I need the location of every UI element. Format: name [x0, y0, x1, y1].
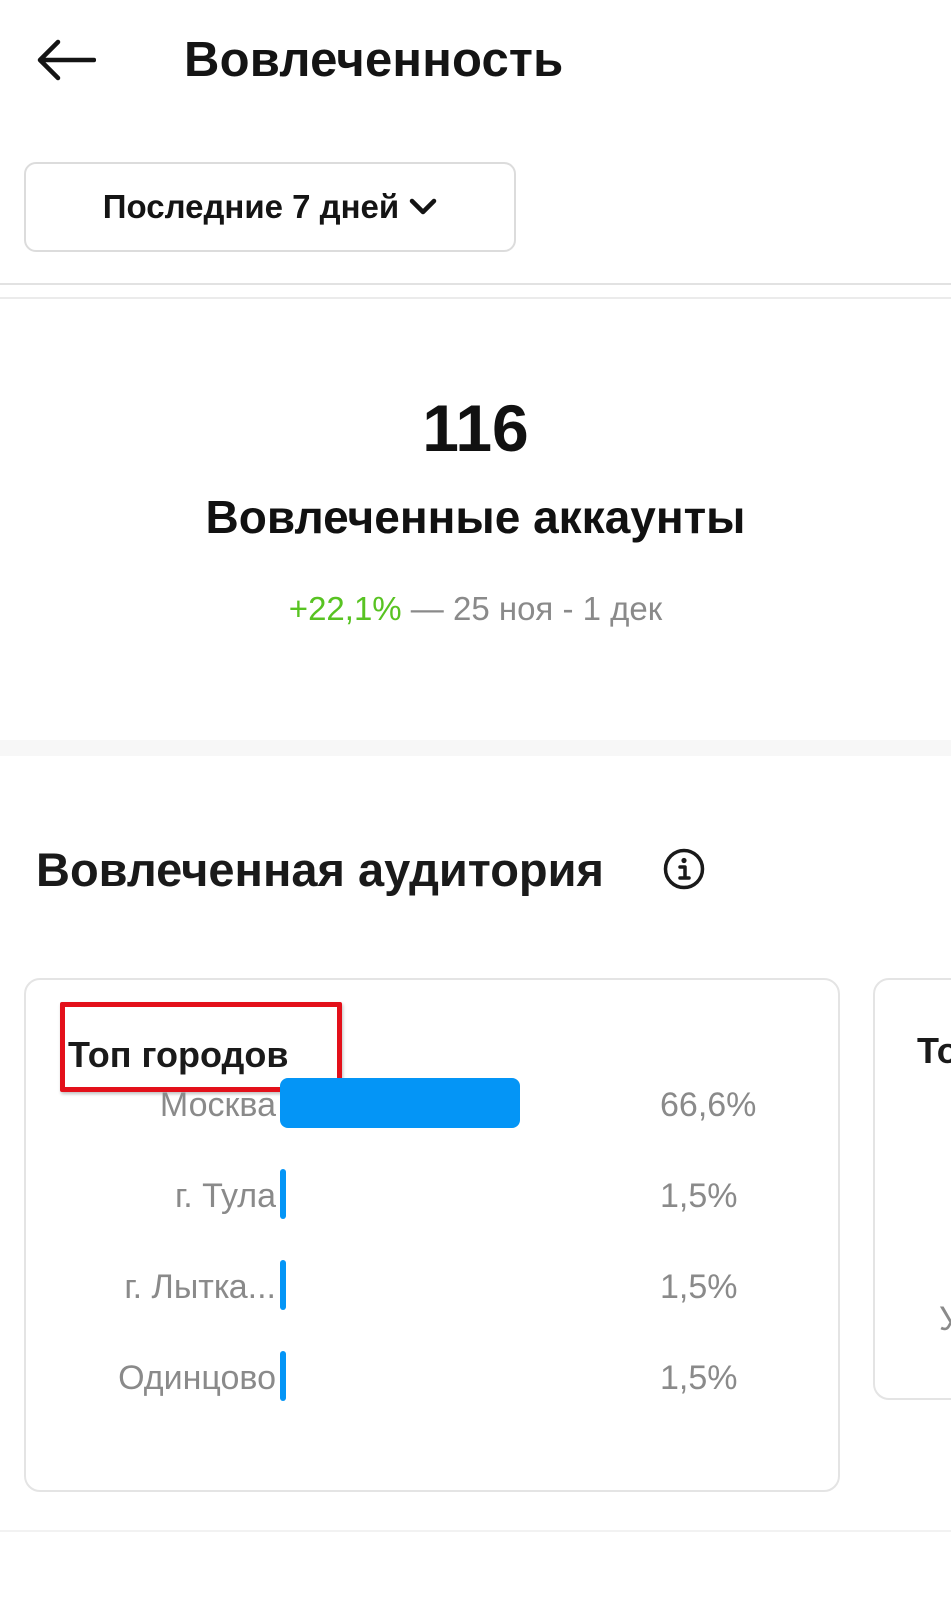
- city-bar: [280, 1078, 520, 1128]
- top-cities-card[interactable]: Топ городов Москва 66,6% г. Тула 1,5% г.…: [24, 978, 840, 1492]
- city-bar: [280, 1351, 286, 1401]
- city-percent: 1,5%: [660, 1177, 738, 1215]
- arrow-left-icon: [37, 39, 96, 81]
- back-button[interactable]: [30, 30, 100, 90]
- delta-period: — 25 ноя - 1 дек: [401, 590, 663, 627]
- date-range-dropdown[interactable]: Последние 7 дней: [24, 162, 516, 252]
- city-name: Одинцово: [118, 1359, 276, 1397]
- city-percent: 1,5%: [660, 1359, 738, 1397]
- bar-track: [280, 1169, 610, 1219]
- city-bar: [280, 1169, 286, 1219]
- section-separator: [0, 740, 951, 756]
- bar-track: [280, 1078, 610, 1128]
- engaged-accounts-label: Вовлеченные аккаунты: [205, 491, 746, 543]
- city-name: г. Лыткa...: [124, 1268, 276, 1306]
- bar-track: [280, 1260, 610, 1310]
- city-name: г. Тула: [174, 1177, 276, 1215]
- divider: [0, 1530, 951, 1532]
- chevron-down-icon: [409, 197, 437, 217]
- city-row: Москва 66,6%: [26, 1078, 842, 1138]
- page-title: Вовлеченность: [184, 33, 564, 87]
- city-percent: 1,5%: [660, 1268, 738, 1306]
- bar-track: [280, 1351, 610, 1401]
- next-card-text: У: [939, 1300, 951, 1338]
- engagement-screen: Вовлеченность Последние 7 дней 116 Вовле…: [0, 0, 951, 1600]
- divider: [0, 283, 951, 285]
- city-row: Одинцово 1,5%: [26, 1351, 842, 1411]
- delta-line: +22,1% — 25 ноя - 1 дек: [0, 590, 951, 628]
- city-row: г. Тула 1,5%: [26, 1169, 842, 1229]
- city-row: г. Лыткa... 1,5%: [26, 1260, 842, 1320]
- audience-title: Вовлеченная аудитория: [36, 843, 604, 896]
- divider: [0, 297, 951, 299]
- engaged-accounts-count: 116: [422, 391, 529, 465]
- city-name: Москва: [159, 1086, 276, 1124]
- delta-percent: +22,1%: [288, 590, 402, 627]
- info-icon[interactable]: [662, 847, 706, 891]
- city-percent: 66,6%: [660, 1086, 757, 1124]
- next-card-title: То: [917, 1030, 951, 1071]
- date-range-label: Последние 7 дней: [102, 188, 400, 225]
- next-audience-card[interactable]: То У: [873, 978, 951, 1400]
- city-bar: [280, 1260, 286, 1310]
